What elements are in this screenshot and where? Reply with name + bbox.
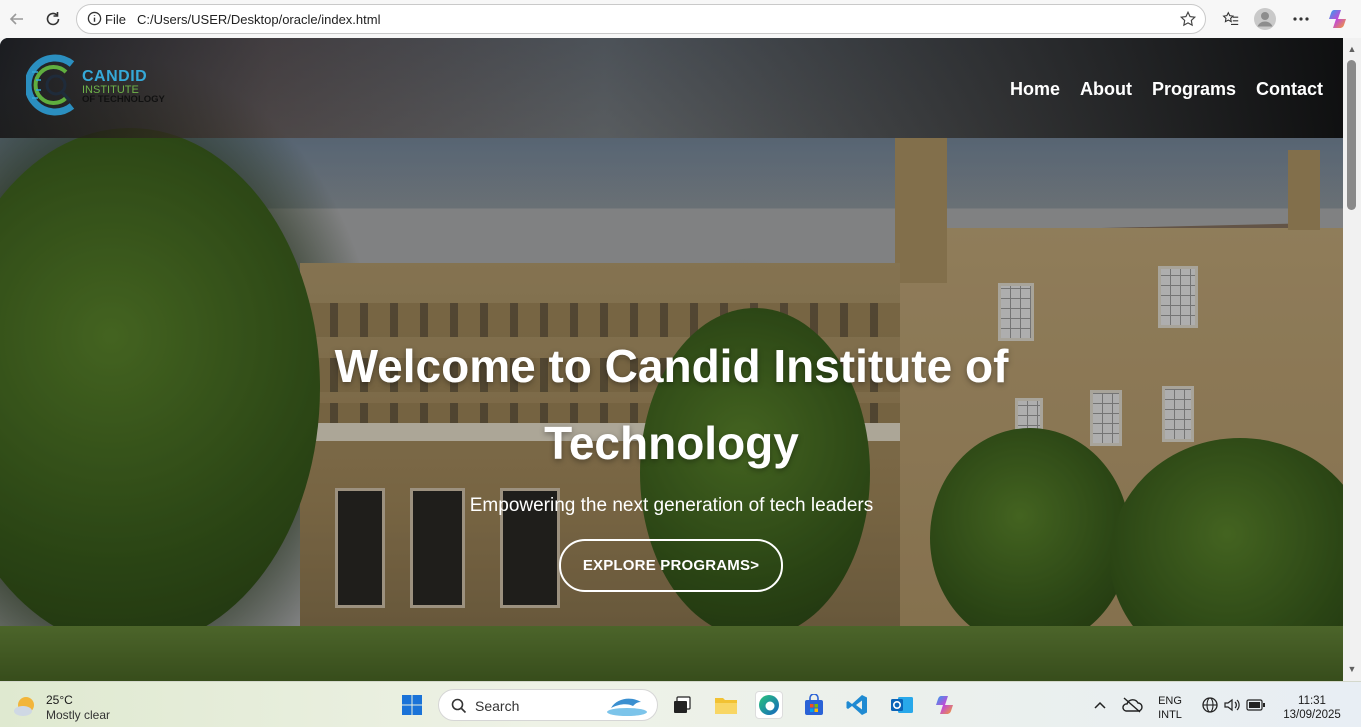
info-icon[interactable] <box>87 11 102 31</box>
battery-icon[interactable] <box>1242 691 1270 719</box>
weather-temperature: 25°C <box>46 693 73 707</box>
favorites-icon[interactable] <box>1218 6 1244 32</box>
weather-widget[interactable]: 25°C Mostly clear <box>12 693 110 723</box>
edge-browser-icon[interactable] <box>755 691 783 719</box>
site-header: CANDID INSTITUTE OF TECHNOLOGY Home Abou… <box>0 38 1343 138</box>
clock[interactable]: 11:31 13/09/2025 <box>1276 694 1348 722</box>
hero-title: Welcome to Candid Institute of Technolog… <box>0 328 1343 482</box>
logo-text-of-technology: OF TECHNOLOGY <box>82 94 165 105</box>
more-menu-icon[interactable] <box>1288 6 1314 32</box>
vscode-icon[interactable] <box>843 691 871 719</box>
keyboard-layout: INTL <box>1158 709 1182 721</box>
site-logo[interactable]: CANDID INSTITUTE OF TECHNOLOGY <box>26 52 186 118</box>
address-bar[interactable]: File C:/Users/USER/Desktop/oracle/index.… <box>76 4 1206 34</box>
search-icon <box>451 698 467 714</box>
dolphin-highlight-icon <box>607 698 647 716</box>
reload-button[interactable] <box>40 6 66 32</box>
moon-cloud-icon <box>14 697 34 716</box>
nav-link-about[interactable]: About <box>1080 78 1132 100</box>
address-url[interactable]: C:/Users/USER/Desktop/oracle/index.html <box>137 12 380 27</box>
start-button[interactable] <box>398 691 426 719</box>
main-nav: Home About Programs Contact <box>1010 78 1323 100</box>
copilot-icon[interactable] <box>1326 6 1352 32</box>
profile-avatar[interactable] <box>1252 6 1278 32</box>
clock-date: 13/09/2025 <box>1283 709 1341 721</box>
page-scrollbar[interactable]: ▲ ▼ <box>1343 38 1361 681</box>
hero-subtitle: Empowering the next generation of tech l… <box>469 495 874 516</box>
logo-text-candid: CANDID <box>82 68 148 85</box>
explore-programs-button[interactable]: EXPLORE PROGRAMS> <box>559 539 783 592</box>
task-view-icon[interactable] <box>668 691 696 719</box>
reload-icon <box>46 12 60 26</box>
copilot-taskbar-icon[interactable] <box>932 691 960 719</box>
search-label: Search <box>475 698 520 714</box>
scroll-up-icon[interactable]: ▲ <box>1347 44 1357 54</box>
language-code: ENG <box>1158 695 1182 707</box>
back-button[interactable] <box>4 6 30 32</box>
show-hidden-icons-chevron-up-icon[interactable] <box>1086 691 1114 719</box>
back-arrow-icon <box>9 13 23 25</box>
file-explorer-icon[interactable] <box>712 691 740 719</box>
microsoft-store-icon[interactable] <box>800 691 828 719</box>
address-scheme-label: File <box>105 12 126 27</box>
taskbar-search[interactable]: Search <box>438 689 658 721</box>
scroll-down-icon[interactable]: ▼ <box>1347 664 1357 674</box>
favorite-star-icon[interactable] <box>1179 10 1197 33</box>
taskbar: 25°C Mostly clear Search ENG INTL 11:31 … <box>0 681 1361 727</box>
hero-title-line-2: Technology <box>544 417 799 469</box>
hero-title-line-1: Welcome to Candid Institute of <box>334 340 1009 392</box>
input-language-indicator[interactable]: ENG INTL <box>1154 694 1186 722</box>
scroll-thumb[interactable] <box>1347 60 1356 210</box>
nav-link-home[interactable]: Home <box>1010 78 1060 100</box>
onedrive-offline-icon[interactable] <box>1118 691 1146 719</box>
circuit-c-logo-icon <box>26 54 75 116</box>
windows-logo-icon <box>402 695 422 715</box>
outlook-icon[interactable] <box>888 691 916 719</box>
weather-description: Mostly clear <box>46 708 111 722</box>
nav-link-programs[interactable]: Programs <box>1152 78 1236 100</box>
clock-time: 11:31 <box>1298 695 1326 707</box>
nav-link-contact[interactable]: Contact <box>1256 78 1323 100</box>
browser-toolbar: File C:/Users/USER/Desktop/oracle/index.… <box>0 0 1361 38</box>
page-viewport: CANDID INSTITUTE OF TECHNOLOGY Home Abou… <box>0 38 1343 681</box>
